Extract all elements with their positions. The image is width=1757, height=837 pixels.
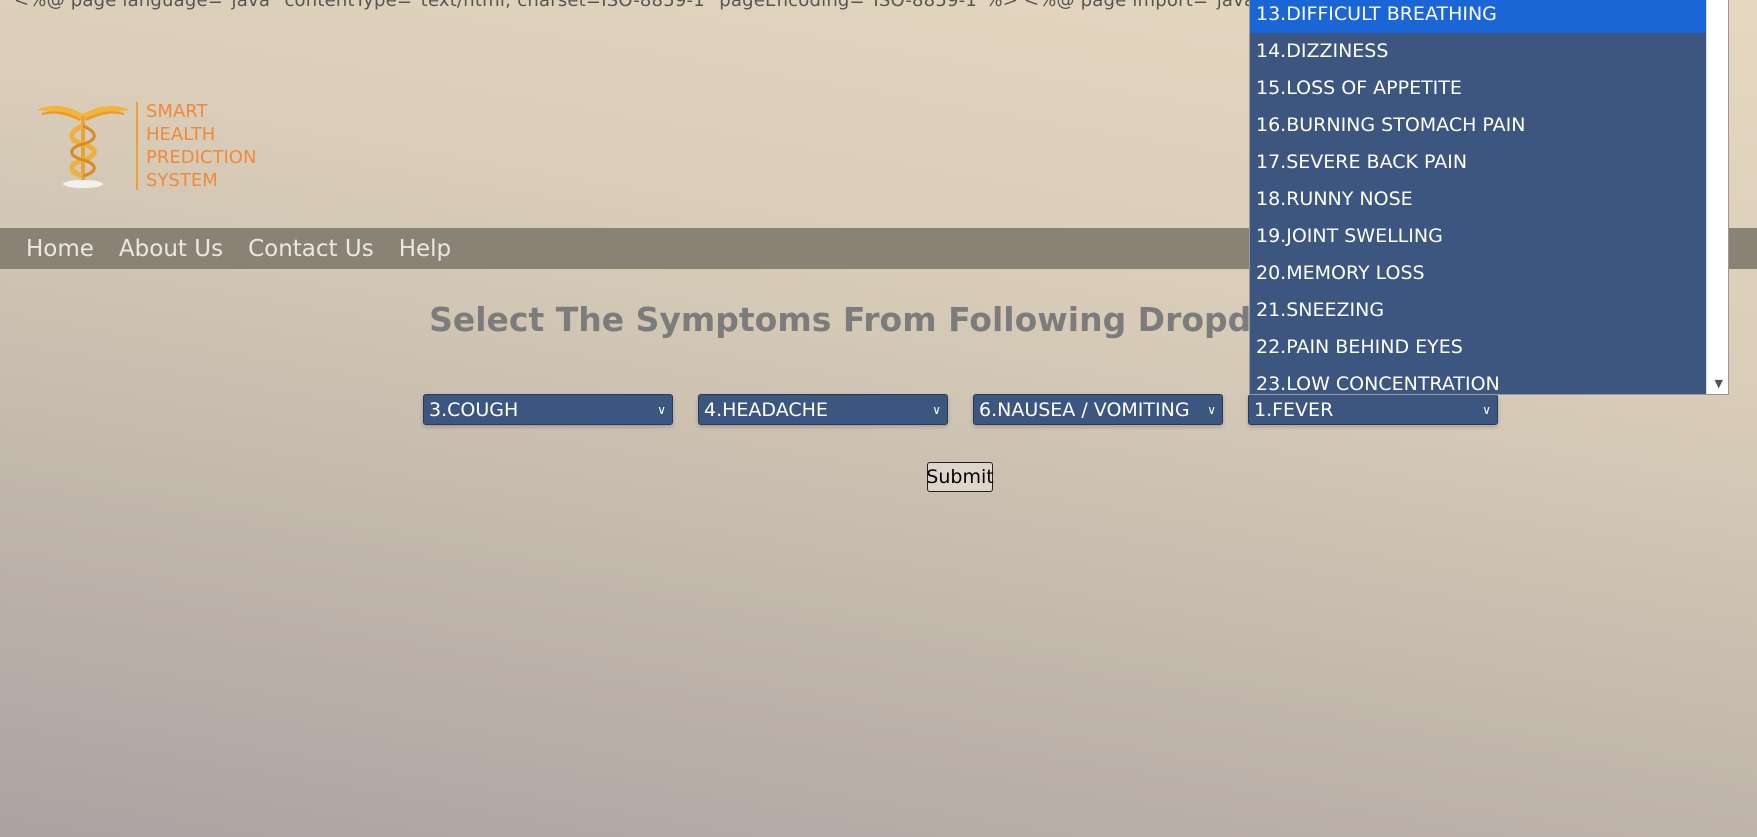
nav-contact-link[interactable]: Contact Us: [248, 236, 374, 262]
symptom-select-value: 3.COUGH: [429, 398, 519, 421]
symptom-select-value: 1.FEVER: [1254, 398, 1334, 421]
dropdown-option[interactable]: 19.JOINT SWELLING: [1250, 218, 1715, 255]
symptom-select-value: 4.HEADACHE: [704, 398, 828, 421]
logo-divider: [136, 102, 138, 190]
scroll-down-arrow-icon[interactable]: ▼: [1715, 377, 1723, 390]
site-logo[interactable]: SMART HEALTH PREDICTION SYSTEM: [28, 100, 273, 192]
dropdown-option[interactable]: 13.DIFFICULT BREATHING: [1250, 0, 1715, 33]
chevron-down-icon: ∨: [932, 402, 941, 417]
nav-about-link[interactable]: About Us: [119, 236, 223, 262]
dropdown-scrollbar[interactable]: ▼: [1706, 0, 1728, 394]
chevron-down-icon: ∨: [1207, 402, 1216, 417]
nav-help-link[interactable]: Help: [399, 236, 451, 262]
chevron-down-icon: ∨: [657, 402, 666, 417]
symptom-select-4[interactable]: 1.FEVER ∨: [1248, 394, 1498, 425]
logo-text: SMART HEALTH PREDICTION SYSTEM: [146, 100, 256, 192]
caduceus-logo-icon: [36, 105, 130, 188]
dropdown-option[interactable]: 21.SNEEZING: [1250, 292, 1715, 329]
logo-line-system: SYSTEM: [146, 170, 218, 191]
chevron-down-icon: ∨: [1482, 402, 1491, 417]
submit-button[interactable]: Submit: [926, 462, 994, 492]
dropdown-option[interactable]: 23.LOW CONCENTRATION: [1250, 366, 1715, 394]
dropdown-option[interactable]: 14.DIZZINESS: [1250, 33, 1715, 70]
symptom-dropdown-list[interactable]: 13.DIFFICULT BREATHING 14.DIZZINESS 15.L…: [1249, 0, 1729, 395]
nav-home-link[interactable]: Home: [26, 236, 94, 262]
dropdown-option[interactable]: 17.SEVERE BACK PAIN: [1250, 144, 1715, 181]
symptom-select-3[interactable]: 6.NAUSEA / VOMITING ∨: [973, 394, 1223, 425]
dropdown-option[interactable]: 16.BURNING STOMACH PAIN: [1250, 107, 1715, 144]
symptom-select-value: 6.NAUSEA / VOMITING: [979, 398, 1190, 421]
logo-line-prediction: PREDICTION: [146, 147, 257, 168]
symptom-select-1[interactable]: 3.COUGH ∨: [423, 394, 673, 425]
logo-line-smart: SMART: [146, 101, 208, 122]
logo-line-health: HEALTH: [146, 124, 216, 145]
dropdown-option[interactable]: 15.LOSS OF APPETITE: [1250, 70, 1715, 107]
dropdown-option[interactable]: 20.MEMORY LOSS: [1250, 255, 1715, 292]
dropdown-option[interactable]: 22.PAIN BEHIND EYES: [1250, 329, 1715, 366]
dropdown-option[interactable]: 18.RUNNY NOSE: [1250, 181, 1715, 218]
jsp-source-text: <%@ page language="java" contentType="te…: [14, 0, 1297, 11]
symptom-select-2[interactable]: 4.HEADACHE ∨: [698, 394, 948, 425]
